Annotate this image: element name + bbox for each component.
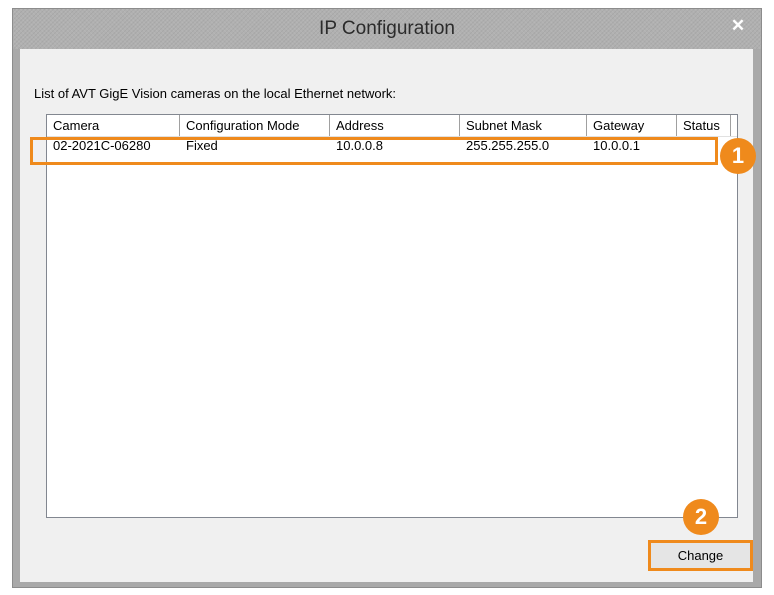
- close-button[interactable]: ✕: [721, 12, 755, 42]
- column-header-camera[interactable]: Camera: [47, 115, 180, 136]
- camera-list[interactable]: Camera Configuration Mode Address Subnet…: [46, 114, 738, 518]
- ip-configuration-window: IP Configuration ✕ List of AVT GigE Visi…: [12, 8, 762, 588]
- step-badge-2: 2: [683, 499, 719, 535]
- list-header: Camera Configuration Mode Address Subnet…: [47, 115, 737, 137]
- row-highlight-annotation: [30, 137, 718, 165]
- column-header-configuration-mode[interactable]: Configuration Mode: [180, 115, 330, 136]
- step-badge-1: 1: [720, 138, 756, 174]
- column-header-subnet-mask[interactable]: Subnet Mask: [460, 115, 587, 136]
- change-button[interactable]: Change: [648, 540, 753, 571]
- window-title: IP Configuration: [319, 18, 455, 39]
- column-header-gateway[interactable]: Gateway: [587, 115, 677, 136]
- column-header-status[interactable]: Status: [677, 115, 731, 136]
- column-header-address[interactable]: Address: [330, 115, 460, 136]
- close-icon: ✕: [730, 16, 746, 35]
- title-bar[interactable]: IP Configuration ✕: [13, 9, 761, 49]
- camera-list-description: List of AVT GigE Vision cameras on the l…: [34, 86, 397, 101]
- dialog-body: List of AVT GigE Vision cameras on the l…: [20, 49, 753, 582]
